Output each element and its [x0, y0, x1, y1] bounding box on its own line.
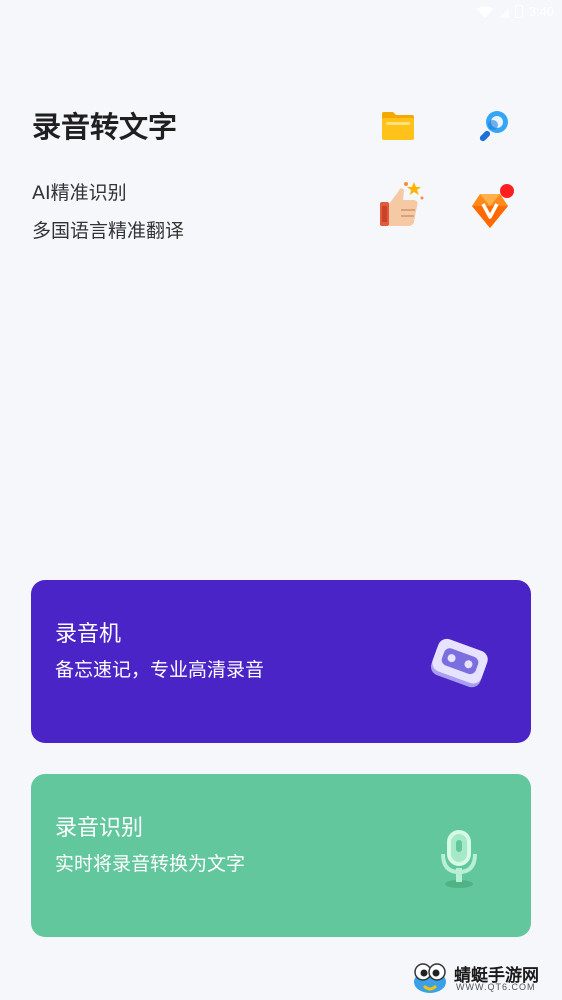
vip-button[interactable]: [462, 180, 518, 236]
notification-dot: [500, 184, 514, 198]
dragonfly-logo-icon: [414, 963, 446, 993]
wifi-icon: [476, 5, 493, 18]
recorder-card[interactable]: 录音机 备忘速记，专业高清录音: [31, 580, 531, 743]
recognition-card-title: 录音识别: [55, 816, 144, 841]
subtitle-ai-recognition: AI精准识别: [32, 182, 127, 204]
recognition-card-desc: 实时将录音转换为文字: [55, 853, 246, 875]
microphone-icon: [441, 830, 477, 888]
watermark-url: WWW.QT6.COM: [456, 982, 536, 992]
thumbs-up-icon: [380, 182, 424, 226]
status-icons: 3:40: [476, 4, 554, 19]
app-title: 录音转文字: [32, 110, 178, 144]
status-time: 3:40: [528, 4, 554, 19]
recorder-card-title: 录音机: [55, 622, 122, 647]
watermark: 蜻蜓手游网 WWW.QT6.COM: [410, 960, 556, 996]
battery-icon: [514, 5, 523, 18]
cassette-icon: [430, 638, 488, 688]
search-button[interactable]: [466, 98, 522, 154]
rate-button[interactable]: [374, 176, 430, 232]
speech-recognition-card[interactable]: 录音识别 实时将录音转换为文字: [31, 774, 531, 937]
folder-icon: [382, 112, 414, 140]
search-icon: [479, 111, 508, 142]
subtitle-translation: 多国语言精准翻译: [32, 220, 185, 242]
files-button[interactable]: [370, 98, 426, 154]
signal-icon: [498, 7, 509, 18]
recorder-card-desc: 备忘速记，专业高清录音: [55, 659, 265, 681]
status-bar: 3:40: [0, 0, 562, 24]
